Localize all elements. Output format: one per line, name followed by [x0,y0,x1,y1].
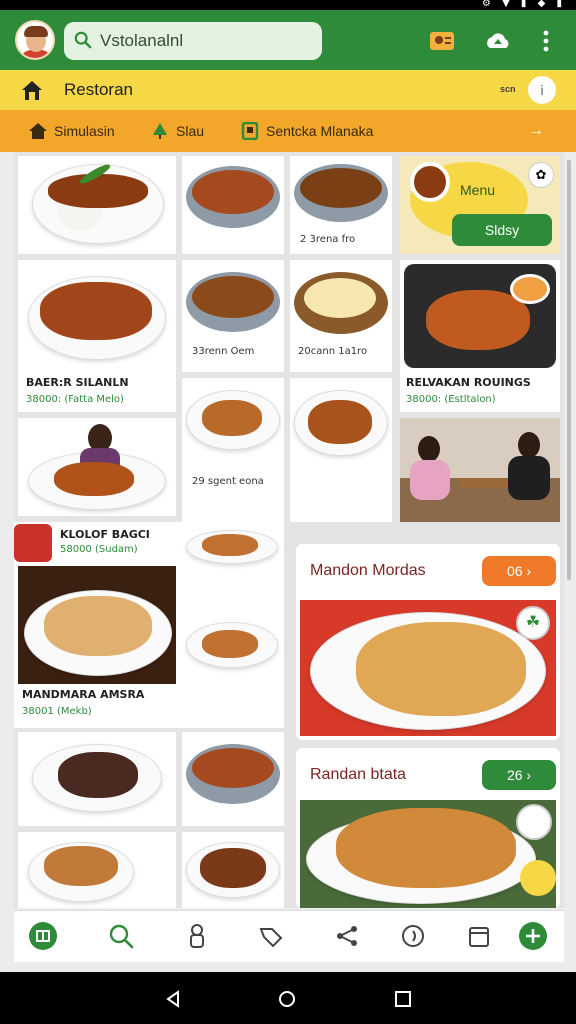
menu-grid: 2 3rena fro Menu ✿ Sldsy BAER:R SILANLN … [14,152,564,908]
brand-icon [14,524,52,562]
dish-name: BAER:R SILANLN [26,376,129,389]
subnav-label: Slau [176,123,205,139]
add-icon[interactable] [518,921,548,951]
cloud-icon[interactable] [484,28,512,54]
dish-price: 38000: (Fatta Melo) [26,394,124,405]
tag-icon[interactable] [256,921,286,951]
home-icon[interactable] [278,990,296,1008]
promo-button[interactable]: 26 › [482,760,556,790]
share-icon[interactable] [332,921,362,951]
dish-card-person[interactable] [18,418,176,516]
dish-card[interactable] [182,156,284,254]
chef-icon[interactable] [182,921,212,951]
menu-button[interactable]: Sldsy [452,214,552,246]
dish-card[interactable] [18,156,176,254]
subnav-label: Simulasin [54,123,115,139]
store-icon[interactable] [28,921,58,951]
dish-label: 33renn Oem [192,346,255,357]
sub-nav: Simulasin Slau Sentcka Mlanaka → [0,110,576,152]
dish-card[interactable] [290,378,392,522]
status-bar: ⚙ ▼ ▮ ◆ ▮ [0,0,576,10]
dish-name: RELVAKAN ROUINGS [406,376,531,389]
more-icon[interactable] [538,28,554,54]
search-input[interactable] [100,28,310,54]
dish-card[interactable]: 33renn Oem [182,260,284,372]
promo-card[interactable]: Mandon Mordas 06 › ☘ [296,544,560,740]
subnav-item-simulasin[interactable]: Simulasin [28,122,115,140]
food-thumb [516,804,552,840]
status-icons: ⚙ ▼ ▮ ◆ ▮ [481,0,566,9]
menu-card[interactable]: Menu ✿ Sldsy [400,156,560,254]
location-tag: scn [500,84,516,94]
recents-icon[interactable] [394,990,412,1008]
promo-title: Randan btata [310,766,407,783]
system-nav-bar [0,972,576,1024]
promo-title: Mandon Mordas [310,562,426,579]
dish-label: 2 3rena fro [300,234,356,245]
promo-card[interactable]: Randan btata 26 › [296,748,560,908]
dish-card[interactable]: 29 sgent eona [182,378,284,522]
info-button[interactable]: i [528,76,556,104]
tree-icon [153,123,167,139]
bookmark-icon [241,122,259,140]
dish-card-relvakan-rouings[interactable]: RELVAKAN ROUINGS 38000: (Estltalon) [400,260,560,412]
dish-card[interactable] [182,732,284,826]
restaurant-icon [22,81,42,100]
page-title: Restoran [64,80,133,99]
location-bar: Restoran scn i [0,70,576,110]
search-icon[interactable] [106,921,136,951]
dining-photo[interactable] [400,418,560,522]
dish-card[interactable]: 2 3rena fro [290,156,392,254]
search-bar[interactable] [64,22,322,60]
dish-card[interactable]: 20cann 1a1ro [290,260,392,372]
dish-price: 58000 (Sudam) [60,544,138,555]
dish-card-kolof-bagci[interactable]: KLOLOF BAGCI 58000 (Sudam) MANDMARA AMSR… [14,522,284,728]
subnav-item-sentcka[interactable]: Sentcka Mlanaka [240,122,373,140]
search-icon [74,31,92,49]
dish-card-beer-silanln[interactable]: BAER:R SILANLN 38000: (Fatta Melo) [18,260,176,412]
app-header [0,10,576,70]
dish-card[interactable] [18,732,176,826]
settings-icon[interactable]: ✿ [528,162,554,188]
back-icon[interactable] [164,990,182,1008]
profile-card-icon[interactable] [428,28,456,54]
dish-name: MANDMARA AMSRA [22,688,145,701]
home-icon [29,123,47,139]
frog-icon[interactable]: ☘ [516,606,550,640]
dish-name: KLOLOF BAGCI [60,528,150,541]
subnav-label: Sentcka Mlanaka [266,123,374,139]
dish-card[interactable] [18,832,176,908]
avatar[interactable] [15,20,55,60]
dish-price: 38001 (Mekb) [22,706,92,717]
calendar-icon[interactable] [464,921,494,951]
leaf-icon[interactable] [398,921,428,951]
note-icon[interactable] [520,860,556,896]
menu-title: Menu [460,182,496,198]
scrollbar[interactable] [567,160,571,580]
dish-card[interactable] [182,832,284,908]
dish-price: 38000: (Estltalon) [406,394,496,405]
arrow-right-icon[interactable]: → [528,122,544,140]
dish-label: 29 sgent eona [192,476,264,487]
dish-label: 20cann 1a1ro [298,346,368,357]
info-icon: i [540,82,544,98]
promo-button[interactable]: 06 › [482,556,556,586]
bottom-nav [14,910,564,962]
subnav-item-slau[interactable]: Slau [150,122,204,140]
